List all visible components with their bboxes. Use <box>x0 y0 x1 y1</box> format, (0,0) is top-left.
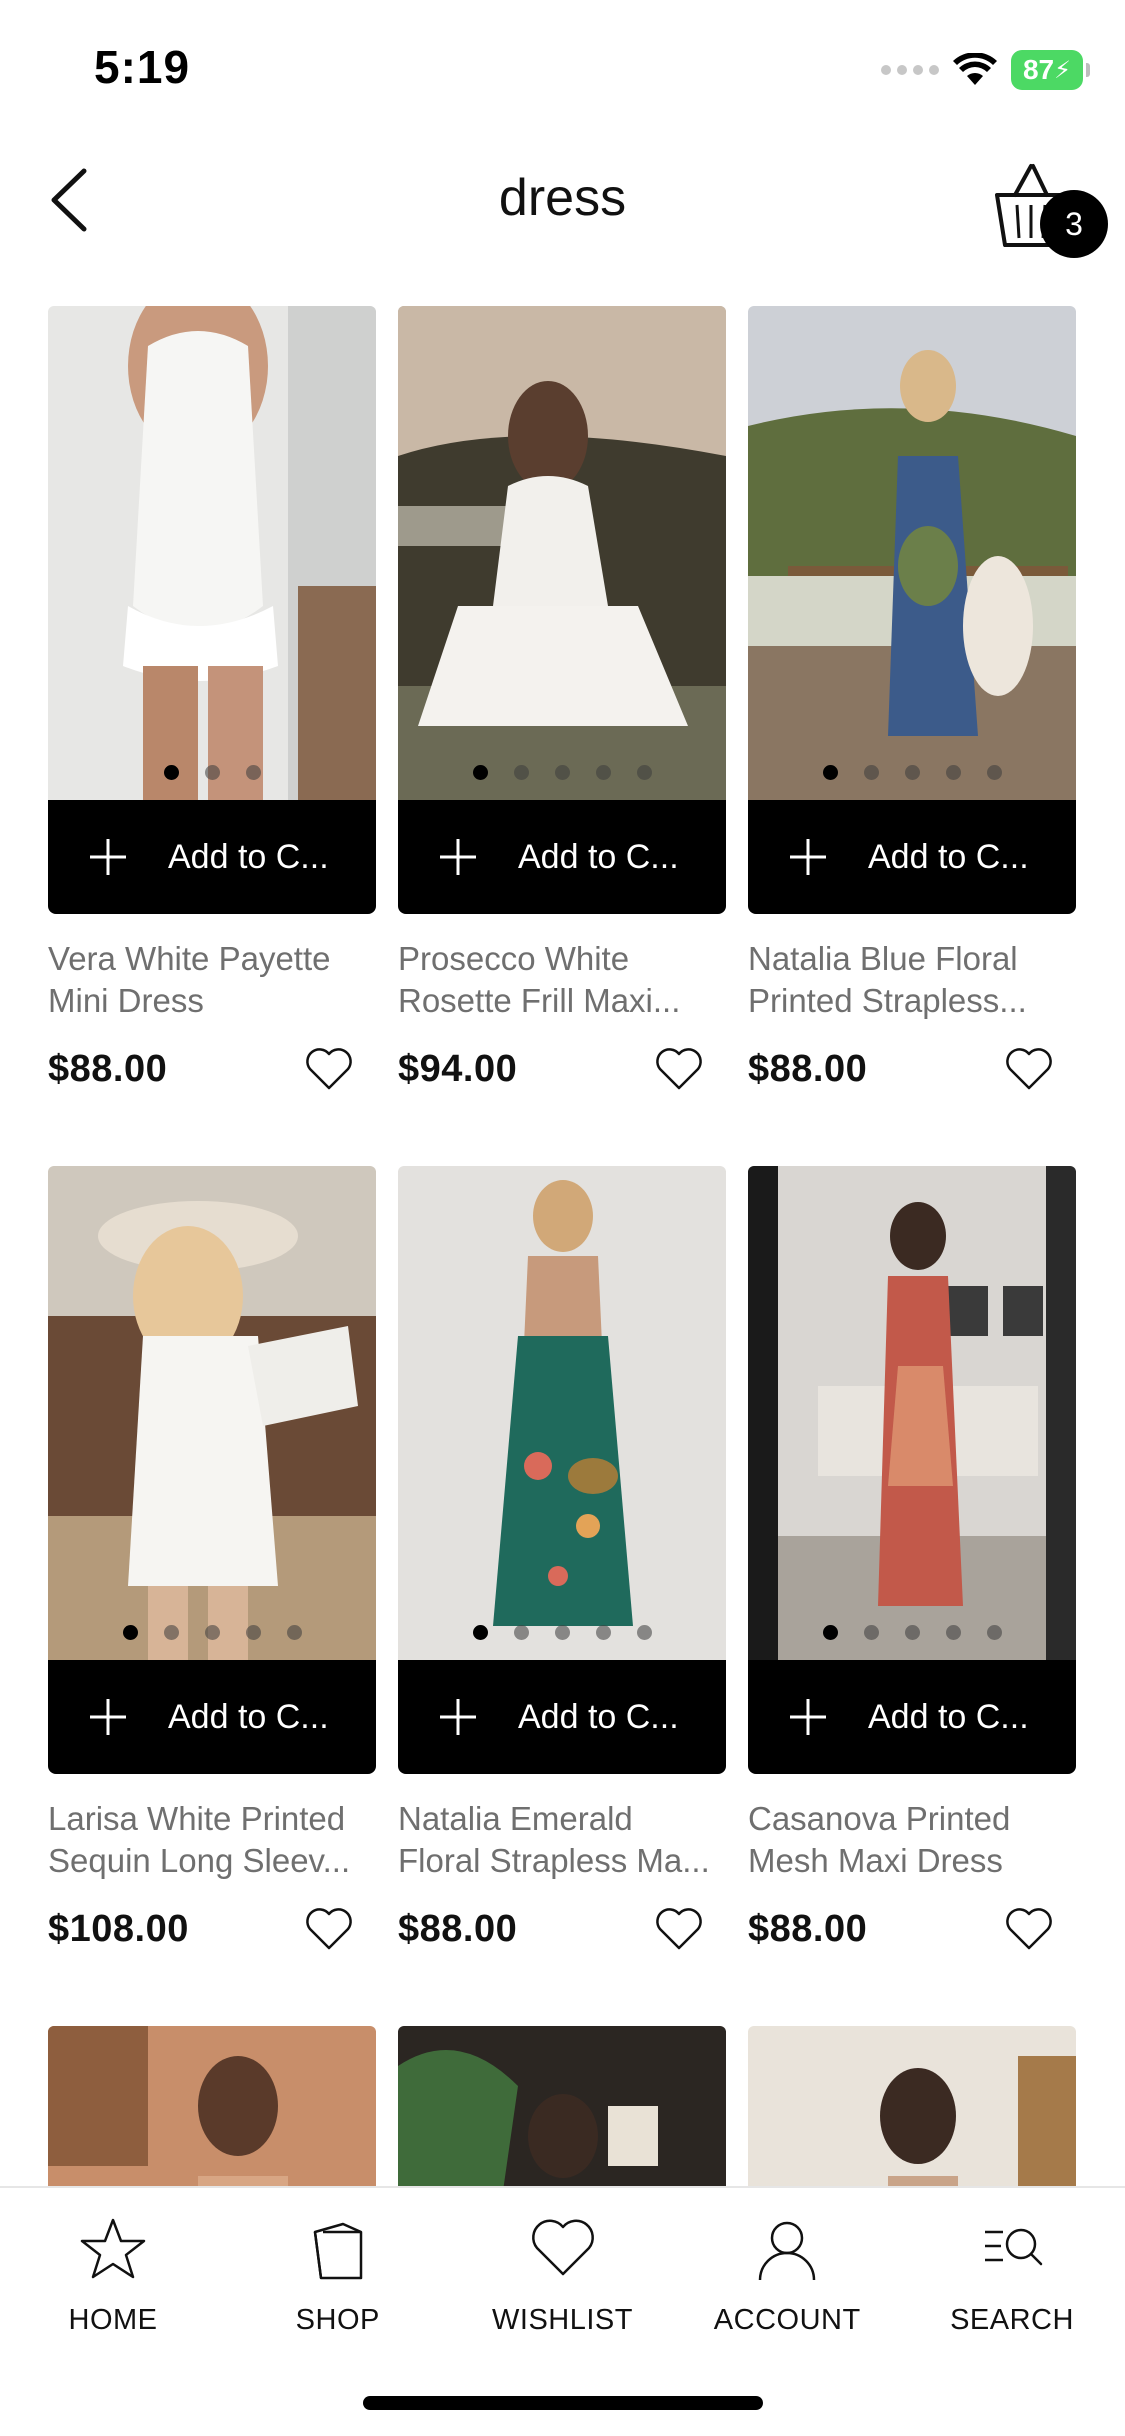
status-bar: 5:19 87 ⚡ <box>0 0 1125 140</box>
page-title: dress <box>498 169 627 227</box>
cart-count-badge: 3 <box>1040 190 1108 258</box>
add-to-cart-label: Add to C... <box>868 1697 1029 1736</box>
add-to-cart-button[interactable]: Add to C... <box>748 1660 1076 1774</box>
product-image[interactable] <box>398 2026 726 2186</box>
product-card[interactable] <box>48 2026 376 2186</box>
plus-icon <box>440 1699 476 1735</box>
wifi-icon <box>953 53 997 85</box>
heart-icon[interactable] <box>304 1046 354 1092</box>
product-image[interactable] <box>398 1166 726 1660</box>
home-indicator[interactable] <box>363 2396 763 2410</box>
product-name[interactable]: Casanova Printed Mesh Maxi Dress <box>748 1798 1076 1882</box>
plus-icon <box>790 839 826 875</box>
product-image[interactable] <box>748 306 1076 800</box>
product-card[interactable]: Add to C... Vera White Payette Mini Dres… <box>48 306 376 1098</box>
header: dress 3 <box>0 140 1125 305</box>
add-to-cart-button[interactable]: Add to C... <box>398 800 726 914</box>
add-to-cart-button[interactable]: Add to C... <box>748 800 1076 914</box>
product-card[interactable] <box>748 2026 1076 2186</box>
shopping-bag-icon <box>313 2222 362 2280</box>
status-indicators: 87 ⚡ <box>881 48 1090 92</box>
product-name[interactable]: Larisa White Printed Sequin Long Sleev..… <box>48 1798 376 1882</box>
image-carousel-dots[interactable] <box>748 1625 1076 1640</box>
plus-icon <box>440 839 476 875</box>
tab-wishlist-label: WISHLIST <box>492 2304 633 2336</box>
heart-icon[interactable] <box>1004 1046 1054 1092</box>
product-price: $88.00 <box>398 1907 518 1950</box>
tab-shop[interactable]: SHOP <box>253 2188 423 2337</box>
tab-account-label: ACCOUNT <box>713 2304 861 2336</box>
user-icon <box>759 2221 816 2281</box>
plus-icon <box>90 839 126 875</box>
product-image[interactable] <box>398 306 726 800</box>
plus-icon <box>790 1699 826 1735</box>
add-to-cart-label: Add to C... <box>168 837 329 876</box>
product-price: $94.00 <box>398 1047 518 1090</box>
product-name[interactable]: Prosecco White Rosette Frill Maxi... <box>398 938 726 1022</box>
product-price: $108.00 <box>48 1907 189 1950</box>
status-time: 5:19 <box>94 41 191 93</box>
tab-home[interactable]: HOME <box>28 2188 198 2337</box>
heart-icon <box>531 2219 594 2276</box>
heart-icon[interactable] <box>654 1046 704 1092</box>
tab-search-label: SEARCH <box>950 2304 1074 2336</box>
product-image[interactable] <box>48 2026 376 2186</box>
product-card[interactable]: Add to C... Larisa White Printed Sequin … <box>48 1166 376 1958</box>
product-card[interactable]: Add to C... Prosecco White Rosette Frill… <box>398 306 726 1098</box>
search-icon <box>985 2228 1043 2266</box>
battery-indicator: 87 ⚡ <box>1011 50 1090 90</box>
heart-icon[interactable] <box>1004 1906 1054 1952</box>
add-to-cart-button[interactable]: Add to C... <box>398 1660 726 1774</box>
tab-wishlist[interactable]: WISHLIST <box>478 2188 648 2337</box>
add-to-cart-label: Add to C... <box>168 1697 329 1736</box>
battery-level: 87 <box>1022 54 1055 85</box>
heart-icon[interactable] <box>654 1906 704 1952</box>
add-to-cart-button[interactable]: Add to C... <box>48 800 376 914</box>
add-to-cart-label: Add to C... <box>518 837 679 876</box>
image-carousel-dots[interactable] <box>398 1625 726 1640</box>
product-name[interactable]: Vera White Payette Mini Dress <box>48 938 376 1022</box>
product-card[interactable]: Add to C... Natalia Blue Floral Printed … <box>748 306 1076 1098</box>
tab-search[interactable]: SEARCH <box>927 2188 1097 2337</box>
product-name[interactable]: Natalia Emerald Floral Strapless Ma... <box>398 1798 726 1882</box>
image-carousel-dots[interactable] <box>48 765 376 780</box>
product-grid: Add to C... Vera White Payette Mini Dres… <box>48 306 1078 2186</box>
product-image[interactable] <box>48 306 376 800</box>
heart-icon[interactable] <box>304 1906 354 1952</box>
product-image[interactable] <box>748 1166 1076 1660</box>
product-card[interactable] <box>398 2026 726 2186</box>
product-card[interactable]: Add to C... Casanova Printed Mesh Maxi D… <box>748 1166 1076 1958</box>
tab-shop-label: SHOP <box>295 2304 380 2336</box>
tab-account[interactable]: ACCOUNT <box>702 2188 872 2337</box>
product-image[interactable] <box>48 1166 376 1660</box>
add-to-cart-label: Add to C... <box>868 837 1029 876</box>
plus-icon <box>90 1699 126 1735</box>
product-image[interactable] <box>748 2026 1076 2186</box>
add-to-cart-button[interactable]: Add to C... <box>48 1660 376 1774</box>
product-price: $88.00 <box>48 1047 168 1090</box>
cellular-signal-icon <box>881 65 939 75</box>
image-carousel-dots[interactable] <box>398 765 726 780</box>
product-name[interactable]: Natalia Blue Floral Printed Strapless... <box>748 938 1076 1022</box>
add-to-cart-label: Add to C... <box>518 1697 679 1736</box>
image-carousel-dots[interactable] <box>748 765 1076 780</box>
product-card[interactable]: Add to C... Natalia Emerald Floral Strap… <box>398 1166 726 1958</box>
tab-home-label: HOME <box>68 2304 158 2336</box>
product-price: $88.00 <box>748 1047 868 1090</box>
star-icon <box>80 2218 146 2279</box>
image-carousel-dots[interactable] <box>48 1625 376 1640</box>
product-price: $88.00 <box>748 1907 868 1950</box>
